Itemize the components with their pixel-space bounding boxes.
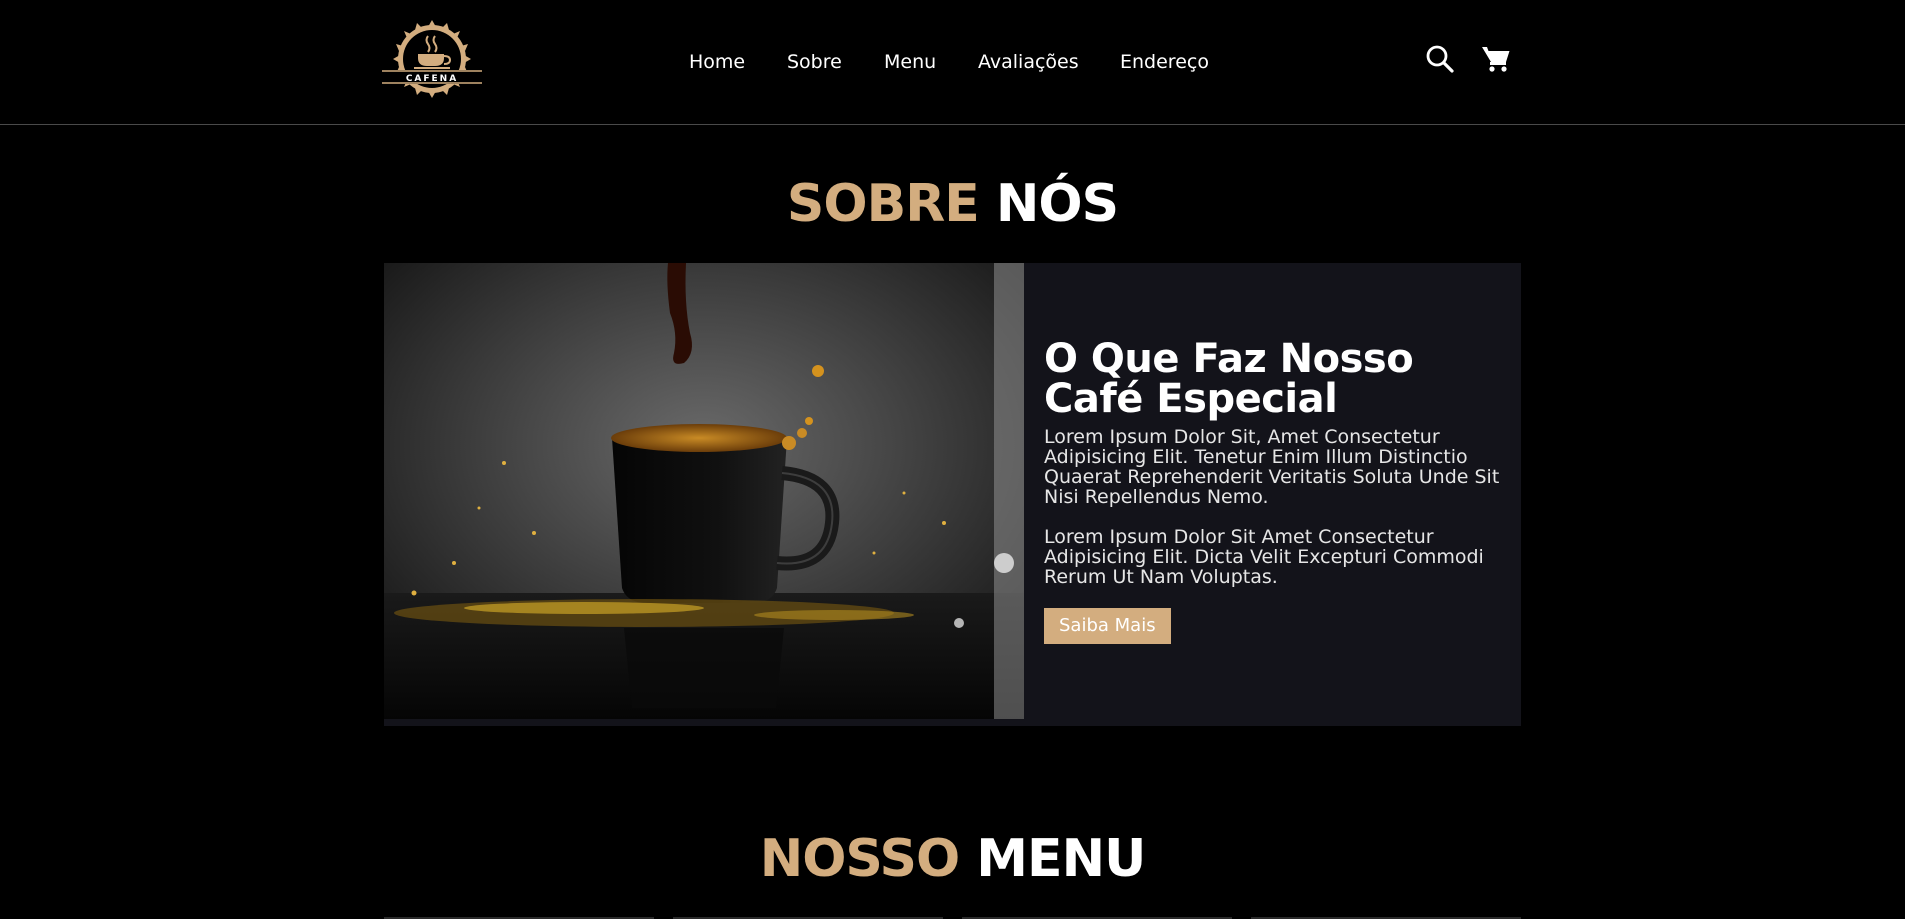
about-paragraph-2: Lorem Ipsum Dolor Sit Amet Consectetur A… — [1044, 526, 1484, 588]
menu-section-title: NOSSO MENU — [0, 829, 1905, 889]
about-panel: O Que Faz Nosso Café Especial Lorem Ipsu… — [384, 263, 1521, 726]
menu-title-plain: MENU — [976, 829, 1146, 889]
about-title-plain: NÓS — [995, 174, 1119, 234]
coffee-cup-image — [384, 263, 1024, 719]
search-icon[interactable] — [1425, 44, 1455, 74]
nav-sobre[interactable]: Sobre — [787, 50, 842, 74]
nav-home[interactable]: Home — [689, 50, 745, 74]
about-paragraph-1: Lorem Ipsum Dolor Sit, Amet Consectetur … — [1044, 426, 1500, 508]
about-heading: O Que Faz Nosso Café Especial — [1044, 336, 1414, 422]
site-header: CAFENA Home Sobre Menu Avaliações Endere… — [0, 0, 1905, 125]
cart-icon[interactable] — [1481, 44, 1511, 74]
nav-avaliacoes[interactable]: Avaliações — [978, 50, 1079, 74]
nav-endereco[interactable]: Endereço — [1120, 50, 1209, 74]
about-content: O Que Faz Nosso Café Especial Lorem Ipsu… — [1044, 339, 1509, 644]
saiba-mais-button[interactable]: Saiba Mais — [1044, 608, 1171, 644]
page: CAFENA Home Sobre Menu Avaliações Endere… — [0, 0, 1905, 919]
about-section-title: SOBRE NÓS — [0, 174, 1905, 234]
about-title-accent: SOBRE — [786, 174, 980, 234]
main-nav: Home Sobre Menu Avaliações Endereço — [0, 50, 1905, 76]
nav-menu[interactable]: Menu — [884, 50, 936, 74]
menu-title-accent: NOSSO — [759, 829, 960, 889]
